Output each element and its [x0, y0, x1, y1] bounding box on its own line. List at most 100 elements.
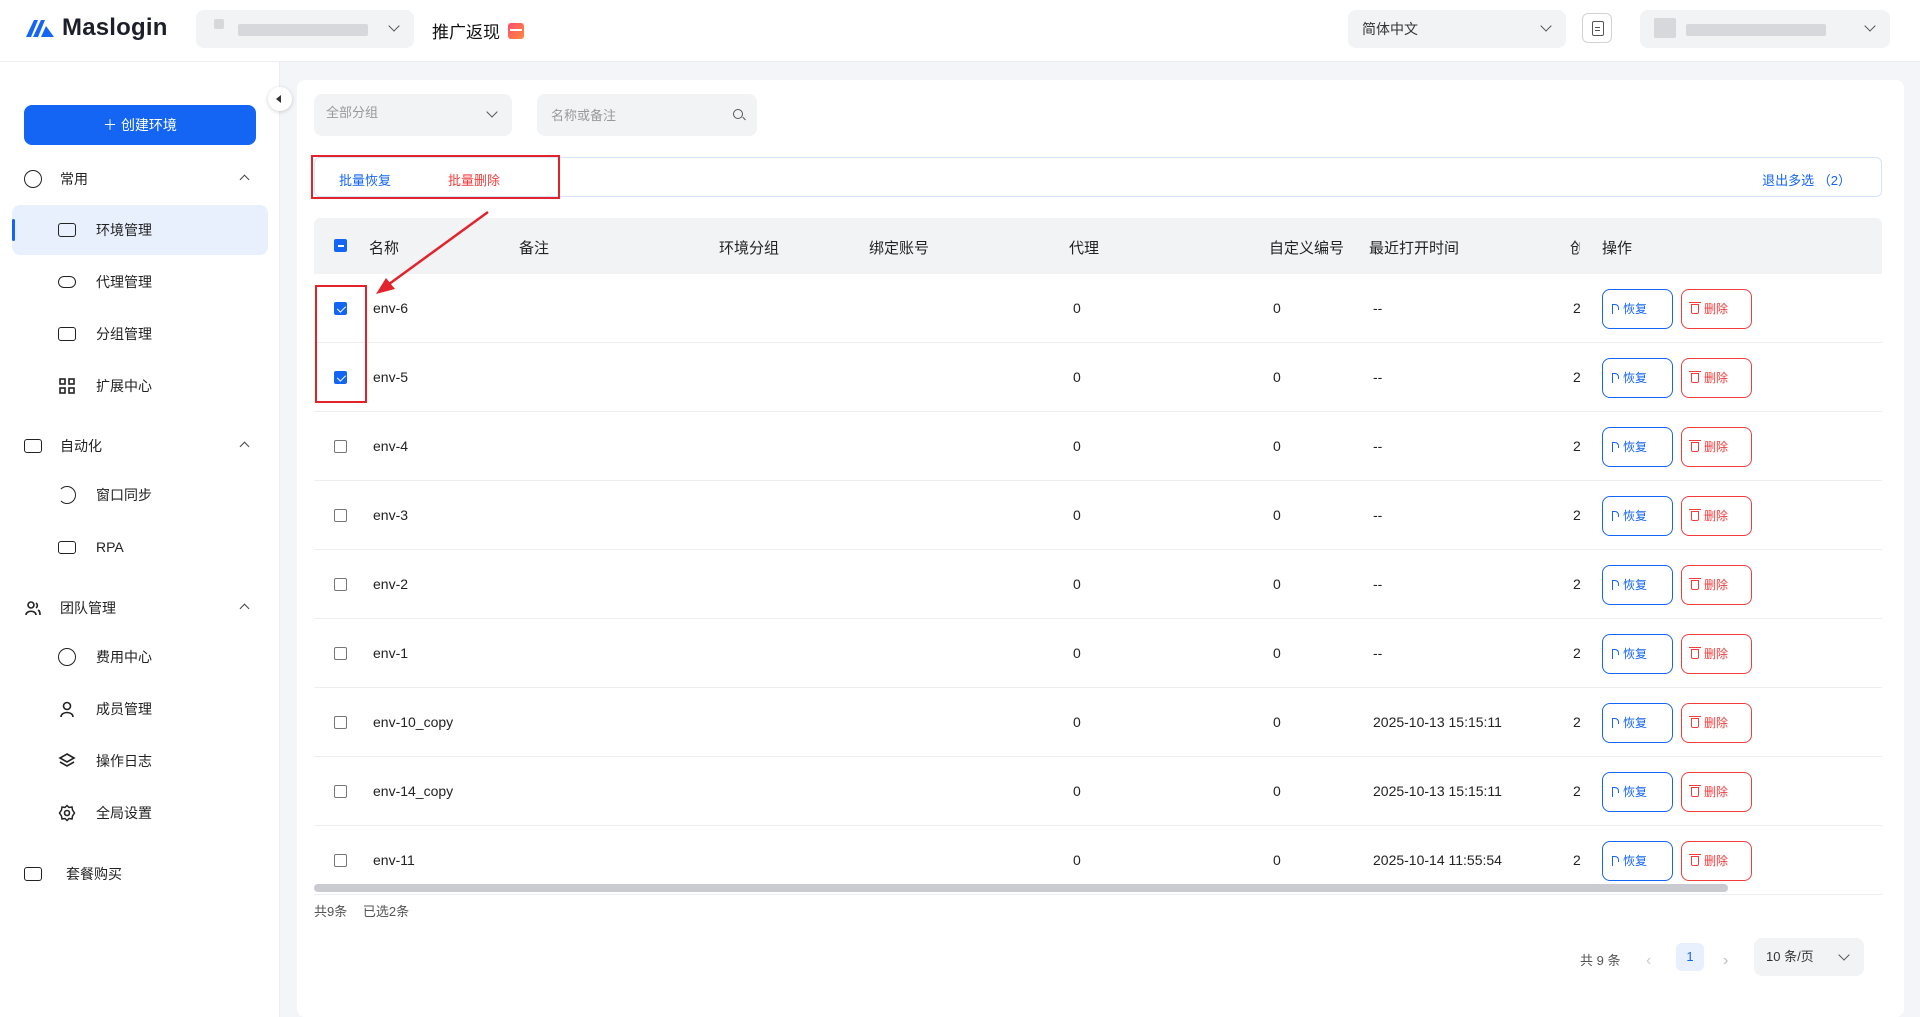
delete-label: 删除 [1704, 716, 1729, 730]
gear-icon [58, 804, 76, 822]
team-name-redacted [214, 19, 224, 29]
app-logo[interactable]: Maslogin [24, 14, 168, 42]
annotation-highlight-batch-actions [311, 155, 560, 199]
chevron-left-icon[interactable]: ‹ [1646, 952, 1651, 970]
custom-number-value: 0 [1273, 852, 1281, 868]
created-value: 2 [1573, 369, 1581, 385]
account-select[interactable] [1640, 10, 1890, 48]
branch-icon [1612, 511, 1619, 521]
chevron-right-icon[interactable]: › [1723, 952, 1728, 970]
restore-button[interactable]: 恢复 [1602, 289, 1673, 329]
page-button[interactable]: 1 [1676, 943, 1704, 971]
delete-button[interactable]: 删除 [1681, 634, 1752, 674]
sidebar-item-groups[interactable]: 分组管理 [12, 309, 268, 359]
nav-group-automation[interactable]: 自动化 [24, 434, 256, 458]
table-row[interactable]: env-6 0 0 -- 2 恢复 删除 [314, 274, 1882, 343]
sidebar-item-rpa[interactable]: RPA [12, 522, 268, 572]
delete-button[interactable]: 删除 [1681, 565, 1752, 605]
table-row[interactable]: env-14_copy 0 0 2025-10-13 15:15:11 2 恢复 删除 [314, 757, 1882, 826]
table-row[interactable]: env-3 0 0 -- 2 恢复 删除 [314, 481, 1882, 550]
sidebar-collapse-button[interactable] [268, 87, 292, 111]
horizontal-scrollbar[interactable] [314, 884, 1728, 892]
restore-label: 恢复 [1623, 371, 1648, 385]
sidebar-item-label: 代理管理 [96, 274, 152, 290]
create-environment-button[interactable]: ＋ 创建环境 [24, 105, 256, 145]
delete-button[interactable]: 删除 [1681, 772, 1752, 812]
delete-button[interactable]: 删除 [1681, 841, 1752, 881]
created-value: 2 [1573, 300, 1581, 316]
table-row[interactable]: env-4 0 0 -- 2 恢复 删除 [314, 412, 1882, 481]
exit-multi-select-button[interactable]: 退出多选 （2） [1762, 170, 1851, 189]
search-input[interactable] [551, 94, 721, 136]
row-checkbox[interactable] [334, 716, 347, 729]
restore-button[interactable]: 恢复 [1602, 496, 1673, 536]
sidebar-item-label: 扩展中心 [96, 378, 152, 394]
trash-icon [1689, 440, 1701, 452]
table-row[interactable]: env-1 0 0 -- 2 恢复 删除 [314, 619, 1882, 688]
custom-number-value: 0 [1273, 645, 1281, 661]
group-filter-select[interactable]: 全部分组 [314, 94, 512, 136]
column-header-proxy: 代理 [1069, 240, 1100, 257]
promo-link[interactable]: 推广返现 [432, 18, 524, 43]
delete-label: 删除 [1704, 578, 1729, 592]
sidebar-item-environments[interactable]: 环境管理 [12, 205, 268, 255]
delete-label: 删除 [1704, 371, 1729, 385]
sidebar-item-plans[interactable]: 套餐购买 [24, 862, 256, 886]
sidebar-item-members[interactable]: 成员管理 [12, 684, 268, 734]
sidebar-item-window-sync[interactable]: 窗口同步 [12, 470, 268, 520]
chevron-down-icon [1540, 20, 1552, 32]
delete-button[interactable]: 删除 [1681, 703, 1752, 743]
delete-button[interactable]: 删除 [1681, 496, 1752, 536]
restore-button[interactable]: 恢复 [1602, 565, 1673, 605]
restore-button[interactable]: 恢复 [1602, 358, 1673, 398]
restore-button[interactable]: 恢复 [1602, 841, 1673, 881]
chevron-down-icon [1838, 949, 1850, 961]
document-icon[interactable] [1582, 13, 1612, 43]
selection-summary: 共9条 已选2条 [314, 901, 421, 920]
team-select[interactable] [196, 10, 414, 48]
sidebar-item-extensions[interactable]: 扩展中心 [12, 361, 268, 411]
search-icon[interactable] [733, 109, 743, 119]
sidebar-item-label: 套餐购买 [66, 866, 122, 882]
robot-icon [58, 540, 76, 554]
last-opened-value: -- [1373, 300, 1383, 316]
branch-icon [1612, 373, 1619, 383]
row-checkbox[interactable] [334, 578, 347, 591]
select-all-checkbox[interactable] [334, 239, 347, 252]
language-select[interactable]: 简体中文 [1348, 10, 1566, 48]
table-row[interactable]: env-10_copy 0 0 2025-10-13 15:15:11 2 恢复 删除 [314, 688, 1882, 757]
env-name: env-10_copy [373, 714, 454, 730]
trash-icon [1689, 509, 1701, 521]
table-row[interactable]: env-2 0 0 -- 2 恢复 删除 [314, 550, 1882, 619]
row-checkbox[interactable] [334, 440, 347, 453]
sidebar-item-label: 窗口同步 [96, 487, 152, 503]
restore-button[interactable]: 恢复 [1602, 703, 1673, 743]
custom-number-value: 0 [1273, 714, 1281, 730]
restore-button[interactable]: 恢复 [1602, 634, 1673, 674]
sidebar-item-proxies[interactable]: 代理管理 [12, 257, 268, 307]
total-count: 共9条 [314, 904, 348, 919]
table-row[interactable]: env-5 0 0 -- 2 恢复 删除 [314, 343, 1882, 412]
search-field [537, 94, 757, 136]
delete-button[interactable]: 删除 [1681, 427, 1752, 467]
sidebar-item-logs[interactable]: 操作日志 [12, 736, 268, 786]
app-name: Maslogin [62, 14, 168, 41]
row-checkbox[interactable] [334, 647, 347, 660]
sidebar-item-billing[interactable]: 费用中心 [12, 632, 268, 682]
nav-group-team[interactable]: 团队管理 [24, 596, 256, 620]
row-checkbox[interactable] [334, 509, 347, 522]
restore-button[interactable]: 恢复 [1602, 772, 1673, 812]
delete-button[interactable]: 删除 [1681, 358, 1752, 398]
delete-button[interactable]: 删除 [1681, 289, 1752, 329]
created-value: 2 [1573, 576, 1581, 592]
row-checkbox[interactable] [334, 785, 347, 798]
row-checkbox[interactable] [334, 854, 347, 867]
last-opened-value: -- [1373, 369, 1383, 385]
restore-button[interactable]: 恢复 [1602, 427, 1673, 467]
sidebar-item-label: 操作日志 [96, 753, 152, 769]
nav-group-common[interactable]: 常用 [24, 167, 256, 191]
group-filter-value: 全部分组 [326, 105, 379, 120]
page-size-select[interactable]: 10 条/页 [1754, 938, 1864, 976]
sidebar-item-settings[interactable]: 全局设置 [12, 788, 268, 838]
env-name: env-5 [373, 369, 409, 385]
